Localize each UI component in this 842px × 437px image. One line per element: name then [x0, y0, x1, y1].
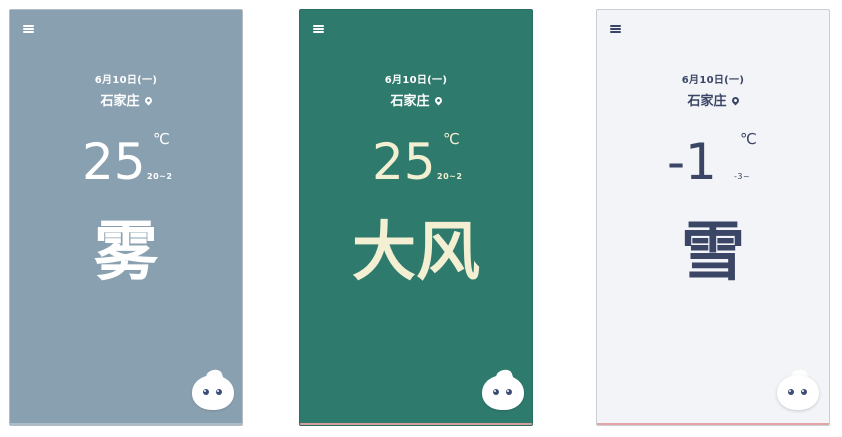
city-location[interactable]: 石家庄 [10, 90, 242, 109]
date-label: 6月10日(一) [681, 75, 745, 86]
current-temperature: -1 [667, 133, 717, 191]
location-pin-icon [433, 95, 443, 106]
mascot-icon[interactable] [482, 367, 524, 410]
bottom-strip [300, 423, 532, 425]
city-location[interactable]: 石家庄 [597, 90, 829, 109]
bottom-strip [597, 423, 829, 425]
temperature-range: 20~2 [437, 172, 463, 181]
temperature-range: -3~ [734, 172, 751, 181]
city-name: 石家庄 [687, 94, 727, 109]
current-temperature: 25 [372, 133, 436, 191]
weather-condition: 雪 [681, 216, 745, 290]
hamburger-menu-icon[interactable] [23, 25, 34, 33]
temperature-unit: ℃ [443, 130, 460, 148]
city-location[interactable]: 石家庄 [300, 90, 532, 109]
temperature-unit: ℃ [153, 130, 170, 148]
city-name: 石家庄 [100, 94, 140, 109]
date-label: 6月10日(一) [384, 75, 448, 86]
weather-card-wind: 6月10日(一) 石家庄 25 ℃ 20~2 大风 [299, 9, 533, 426]
temperature-unit: ℃ [740, 130, 757, 148]
mascot-icon[interactable] [777, 367, 819, 410]
location-pin-icon [730, 95, 740, 106]
bottom-strip [10, 423, 242, 425]
weather-card-fog: 6月10日(一) 石家庄 25 ℃ 20~2 雾 [9, 9, 243, 426]
weather-condition: 雾 [94, 216, 158, 290]
mascot-icon[interactable] [192, 367, 234, 410]
current-temperature: 25 [82, 133, 146, 191]
hamburger-menu-icon[interactable] [610, 25, 621, 33]
city-name: 石家庄 [390, 94, 430, 109]
weather-condition: 大风 [352, 216, 480, 290]
location-pin-icon [143, 95, 153, 106]
hamburger-menu-icon[interactable] [313, 25, 324, 33]
temperature-range: 20~2 [147, 172, 173, 181]
weather-card-snow: 6月10日(一) 石家庄 -1 ℃ -3~ 雪 [596, 9, 830, 426]
date-label: 6月10日(一) [94, 75, 158, 86]
